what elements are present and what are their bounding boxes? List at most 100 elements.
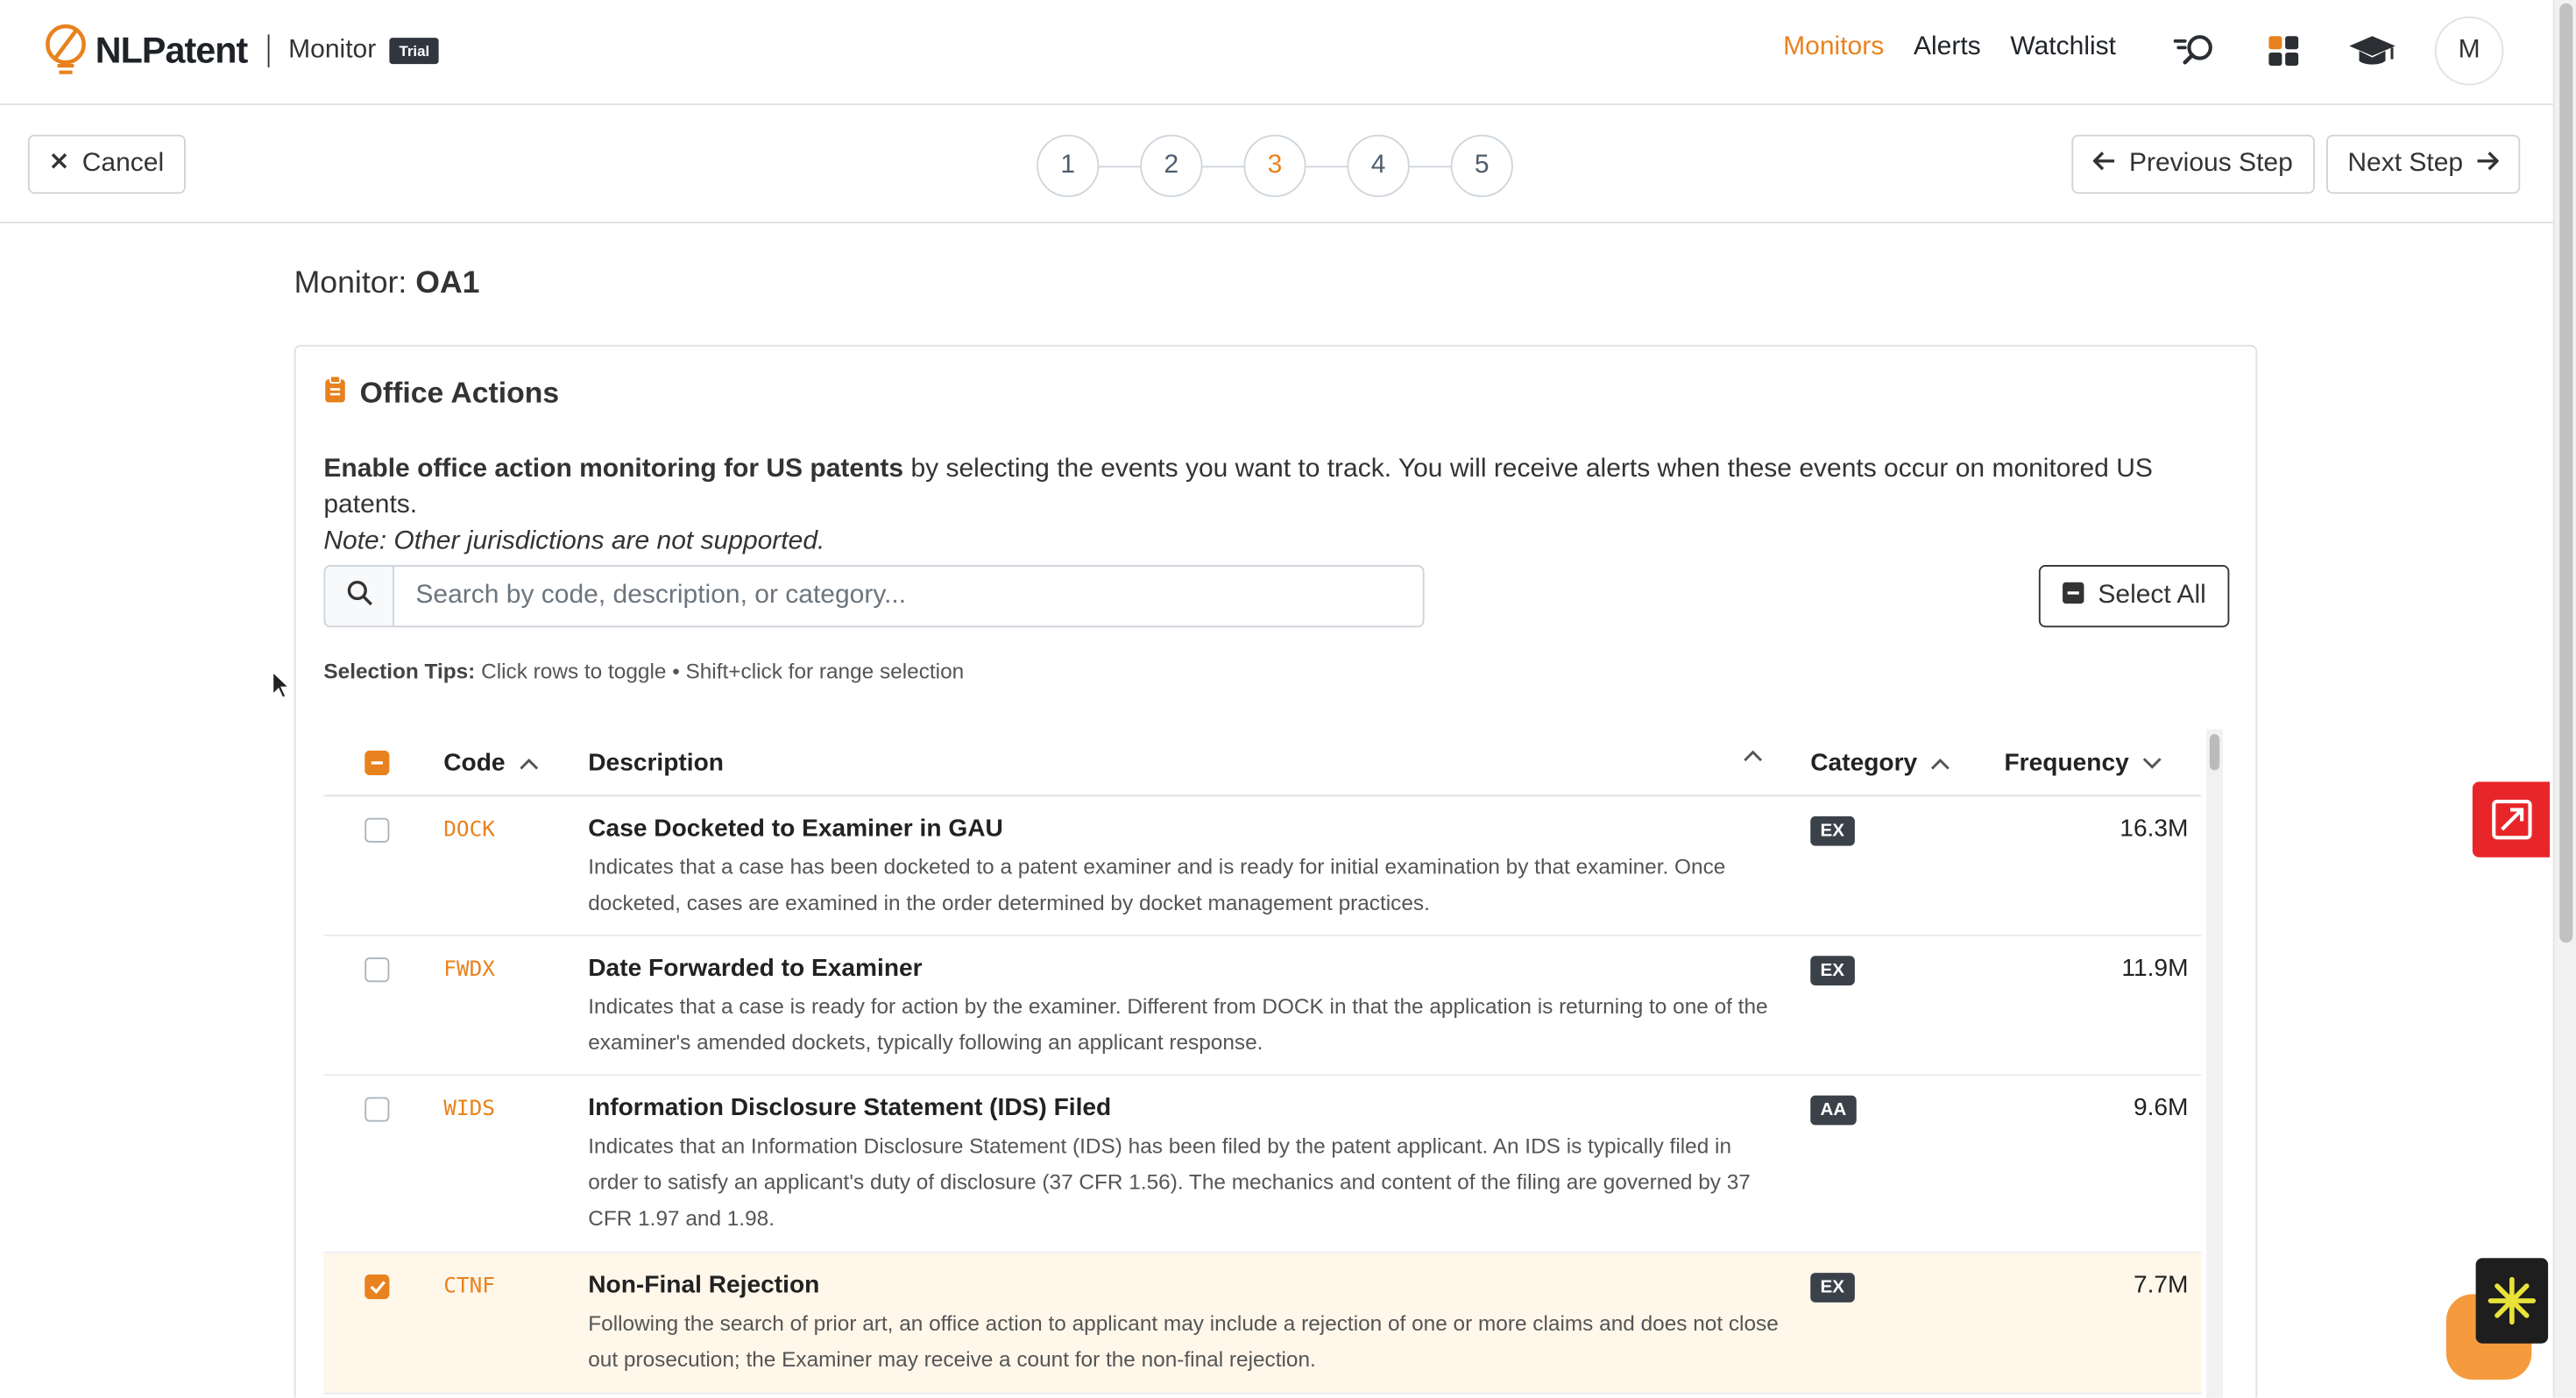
step-3[interactable]: 3 xyxy=(1243,134,1306,197)
row-code: DOCK xyxy=(443,817,495,843)
nav-link-watchlist[interactable]: Watchlist xyxy=(2010,33,2116,63)
table-row[interactable]: FWDX Date Forwarded to Examiner Indicate… xyxy=(323,936,2202,1077)
wizard-stepbar: Cancel 1 2 3 4 5 Previous Step Next Step xyxy=(0,105,2553,223)
previous-step-button[interactable]: Previous Step xyxy=(2071,134,2315,194)
row-frequency: 9.6M xyxy=(2133,1093,2189,1122)
header-checkbox[interactable] xyxy=(364,750,390,775)
page-scrollbar-thumb[interactable] xyxy=(2559,3,2573,943)
row-title: Information Disclosure Statement (IDS) F… xyxy=(588,1093,1112,1122)
next-step-button[interactable]: Next Step xyxy=(2326,134,2521,194)
lightbulb-logo-icon xyxy=(43,21,89,81)
close-icon xyxy=(49,150,69,180)
monitor-name: OA1 xyxy=(415,265,480,301)
sort-up-icon xyxy=(519,749,539,777)
row-checkbox[interactable] xyxy=(364,817,390,843)
row-checkbox[interactable] xyxy=(364,957,390,983)
tips-label: Selection Tips: xyxy=(323,658,476,683)
description-column-header[interactable]: Description xyxy=(588,749,724,777)
category-badge: EX xyxy=(1810,1273,1855,1303)
card-title: Office Actions xyxy=(323,375,559,413)
graduation-cap-icon[interactable] xyxy=(2346,25,2399,77)
step-connector xyxy=(1306,165,1348,167)
page-scrollbar[interactable] xyxy=(2552,0,2576,1398)
minus-square-icon xyxy=(2062,581,2084,612)
row-code: CTNF xyxy=(443,1274,495,1300)
office-actions-card: Office Actions Enable office action moni… xyxy=(294,344,2258,1398)
row-frequency: 7.7M xyxy=(2133,1271,2189,1300)
selection-tips: Selection Tips: Click rows to toggle • S… xyxy=(323,659,964,683)
intro-note: Note: Other jurisdictions are not suppor… xyxy=(323,526,825,555)
nav-link-monitors[interactable]: Monitors xyxy=(1783,33,1884,63)
category-badge: AA xyxy=(1810,1095,1857,1126)
description-header-label: Description xyxy=(588,749,724,777)
description-sort-icon[interactable] xyxy=(1743,749,1763,762)
code-header-label: Code xyxy=(443,749,506,777)
step-2[interactable]: 2 xyxy=(1140,134,1203,197)
category-column-header[interactable]: Category xyxy=(1810,749,1950,777)
intro-bold: Enable office action monitoring for US p… xyxy=(323,455,904,484)
sort-down-icon xyxy=(2142,749,2162,777)
card-title-text: Office Actions xyxy=(359,376,560,409)
row-title: Case Docketed to Examiner in GAU xyxy=(588,815,1003,843)
apps-grid-icon[interactable] xyxy=(2257,25,2310,77)
search-icon[interactable] xyxy=(2169,25,2221,77)
user-avatar[interactable]: M xyxy=(2434,16,2504,86)
nav-links: Monitors Alerts Watchlist xyxy=(1783,33,2116,63)
row-code: FWDX xyxy=(443,957,495,983)
table-row[interactable]: WIDS Information Disclosure Statement (I… xyxy=(323,1076,2202,1253)
assistant-sparkle-icon[interactable] xyxy=(2475,1258,2549,1344)
step-connector xyxy=(1409,165,1451,167)
row-title: Date Forwarded to Examiner xyxy=(588,954,923,983)
nav-link-alerts[interactable]: Alerts xyxy=(1914,33,1981,63)
row-description: Indicates that an Information Disclosure… xyxy=(588,1133,1751,1231)
table-row[interactable]: DOCK Case Docketed to Examiner in GAU In… xyxy=(323,796,2202,936)
row-checkbox[interactable] xyxy=(364,1274,390,1300)
brand-logo[interactable]: NLPatent Monitor Trial xyxy=(43,21,440,81)
step-4[interactable]: 4 xyxy=(1347,134,1410,197)
step-connector xyxy=(1099,165,1141,167)
search-input[interactable] xyxy=(393,565,1425,628)
nav-icon-group: M xyxy=(2169,16,2504,86)
table-scrollbar[interactable] xyxy=(2206,729,2223,1398)
clipboard-icon xyxy=(323,375,346,413)
row-description: Following the search of prior art, an of… xyxy=(588,1310,1779,1372)
search-group xyxy=(323,565,1425,628)
previous-step-label: Previous Step xyxy=(2129,149,2293,178)
frequency-column-header[interactable]: Frequency xyxy=(2005,749,2162,777)
brand-name: NLPatent xyxy=(95,29,248,71)
tips-text: Click rows to toggle • Shift+click for r… xyxy=(475,658,965,683)
page-title: Monitor: OA1 xyxy=(294,266,480,302)
step-connector xyxy=(1202,165,1244,167)
row-frequency: 16.3M xyxy=(2120,815,2189,843)
row-description: Indicates that a case has been docketed … xyxy=(588,854,1726,915)
select-all-label: Select All xyxy=(2098,581,2206,610)
brand-divider xyxy=(266,34,269,67)
page-title-prefix: Monitor: xyxy=(294,265,407,301)
trial-badge: Trial xyxy=(389,38,440,65)
row-title: Non-Final Rejection xyxy=(588,1271,820,1300)
zoom-widget-icon[interactable] xyxy=(2472,781,2550,858)
table-scrollbar-thumb[interactable] xyxy=(2209,734,2220,771)
intro-text: Enable office action monitoring for US p… xyxy=(323,452,2246,561)
table-row[interactable]: CTNF Non-Final Rejection Following the s… xyxy=(323,1253,2202,1394)
step-indicator: 1 2 3 4 5 xyxy=(1037,134,1513,197)
cancel-label: Cancel xyxy=(81,149,165,178)
row-checkbox[interactable] xyxy=(364,1097,390,1122)
frequency-header-label: Frequency xyxy=(2004,749,2129,777)
row-frequency: 11.9M xyxy=(2121,954,2189,983)
row-description: Indicates that a case is ready for actio… xyxy=(588,993,1768,1055)
office-actions-table: Code Description Category Frequency DOCK… xyxy=(323,731,2202,1394)
category-header-label: Category xyxy=(1810,749,1918,777)
step-1[interactable]: 1 xyxy=(1037,134,1100,197)
product-name: Monitor xyxy=(288,36,377,65)
cancel-button[interactable]: Cancel xyxy=(27,134,186,194)
step-5[interactable]: 5 xyxy=(1450,134,1513,197)
table-header: Code Description Category Frequency xyxy=(323,731,2202,797)
select-all-button[interactable]: Select All xyxy=(2038,565,2230,628)
next-step-label: Next Step xyxy=(2347,149,2464,178)
mouse-cursor-icon xyxy=(271,669,292,708)
category-badge: EX xyxy=(1810,956,1855,985)
arrow-left-icon xyxy=(2092,150,2116,180)
magnifier-icon xyxy=(346,579,372,613)
code-column-header[interactable]: Code xyxy=(443,749,538,777)
